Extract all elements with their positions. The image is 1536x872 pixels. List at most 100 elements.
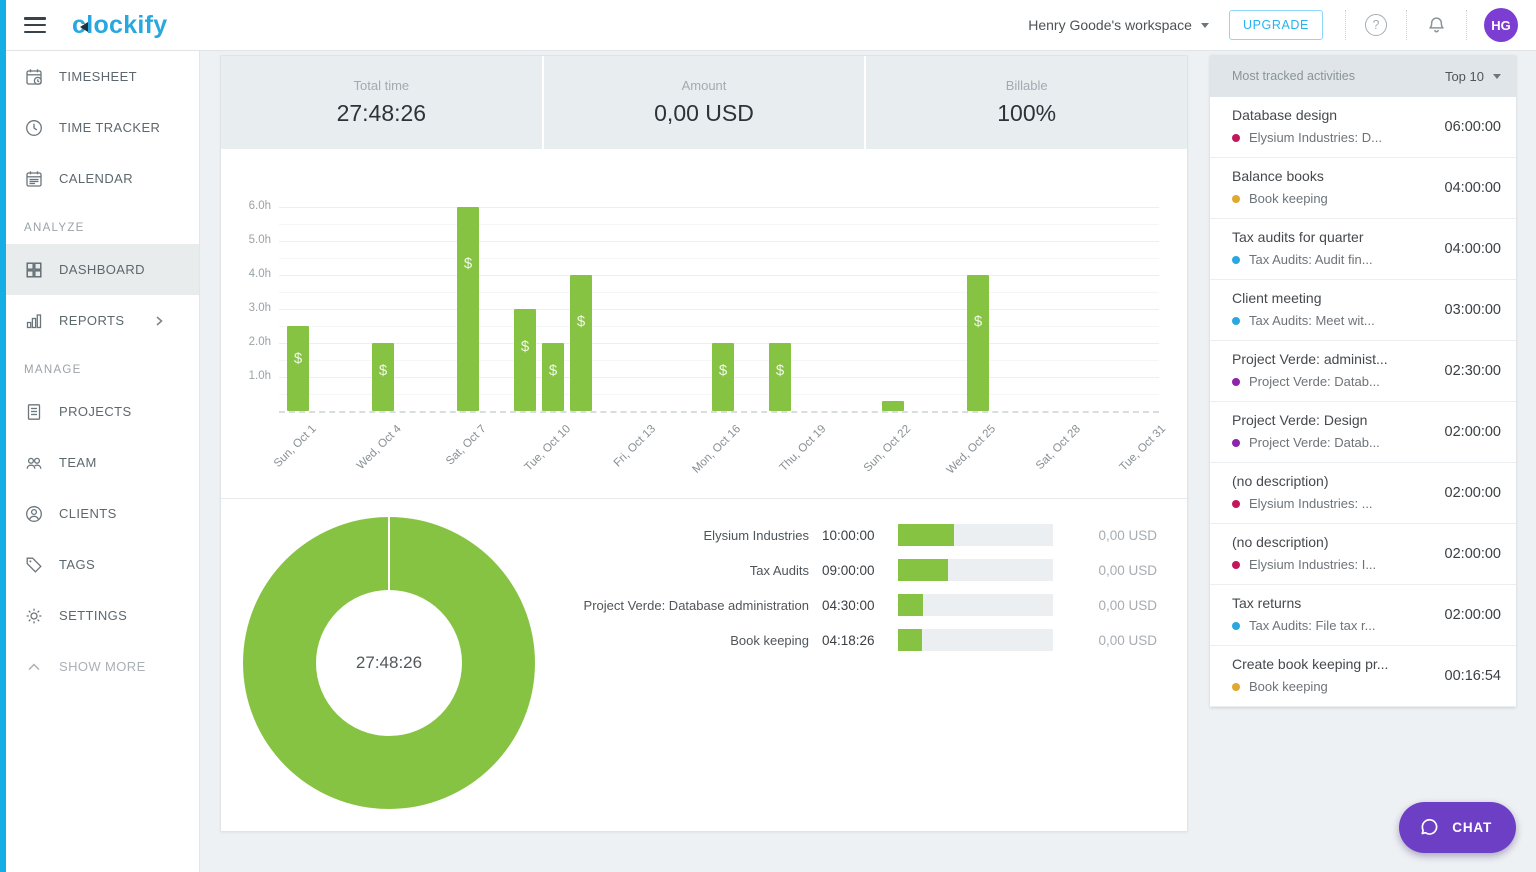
chart-bar[interactable]: $ — [372, 343, 394, 411]
activity-project: Elysium Industries: I... — [1232, 557, 1376, 572]
sidebar: TIMESHEET TIME TRACKER CALENDAR ANALYZE … — [0, 51, 200, 872]
summary-value: 0,00 USD — [654, 100, 754, 127]
chat-bubble-icon — [1418, 816, 1441, 839]
project-name: Book keeping — [1249, 191, 1328, 206]
activity-project: Tax Audits: Audit fin... — [1232, 252, 1373, 267]
chart-bar[interactable] — [882, 401, 904, 411]
bar-chart: 1.0h2.0h3.0h4.0h5.0h6.0h$$$$$$$$$Sun, Oc… — [221, 149, 1187, 498]
chevron-up-icon — [24, 657, 44, 677]
activity-title: Database design — [1232, 107, 1337, 123]
top-bar: clockify Henry Goode's workspace UPGRADE… — [0, 0, 1536, 51]
sidebar-item-label: TAGS — [59, 557, 95, 572]
sidebar-item-label: REPORTS — [59, 313, 124, 328]
legend-time: 09:00:00 — [822, 563, 886, 578]
summary-billable: Billable 100% — [866, 56, 1187, 149]
sidebar-item-label: TIMESHEET — [59, 69, 137, 84]
divider — [1406, 10, 1407, 40]
divider — [1345, 10, 1346, 40]
chevron-right-icon — [152, 314, 166, 328]
tracked-activity-item[interactable]: Project Verde: administ...Project Verde:… — [1210, 341, 1516, 402]
activity-time: 03:00:00 — [1445, 302, 1501, 318]
x-axis-label: Tue, Oct 10 — [523, 423, 574, 474]
user-avatar[interactable]: HG — [1484, 8, 1518, 42]
sidebar-item-settings[interactable]: SETTINGS — [0, 590, 199, 641]
legend-progress-fill — [898, 524, 954, 546]
sidebar-item-label: CLIENTS — [59, 506, 117, 521]
activity-project: Tax Audits: Meet wit... — [1232, 313, 1375, 328]
project-name: Tax Audits: Meet wit... — [1249, 313, 1375, 328]
chart-bar[interactable]: $ — [457, 207, 479, 411]
help-icon[interactable]: ? — [1365, 14, 1387, 36]
legend-row[interactable]: Tax Audits09:00:000,00 USD — [569, 556, 1157, 584]
legend-row[interactable]: Book keeping04:18:260,00 USD — [569, 626, 1157, 654]
upgrade-button[interactable]: UPGRADE — [1229, 10, 1323, 40]
chart-bar[interactable]: $ — [287, 326, 309, 411]
activity-time: 02:30:00 — [1445, 363, 1501, 379]
activity-title: (no description) — [1232, 534, 1329, 550]
project-color-dot — [1232, 134, 1240, 142]
billable-dollar-icon: $ — [457, 255, 479, 272]
legend-time: 04:18:26 — [822, 633, 886, 648]
tracked-activity-item[interactable]: Project Verde: DesignProject Verde: Data… — [1210, 402, 1516, 463]
sidebar-item-team[interactable]: TEAM — [0, 437, 199, 488]
chart-bar[interactable]: $ — [769, 343, 791, 411]
tracked-activity-item[interactable]: Create book keeping pr...Book keeping00:… — [1210, 646, 1516, 707]
legend-project-name: Project Verde: Database administration — [569, 598, 822, 613]
timesheet-icon — [24, 67, 44, 87]
sidebar-item-projects[interactable]: PROJECTS — [0, 386, 199, 437]
top-10-filter[interactable]: Top 10 — [1445, 69, 1501, 84]
tracked-activity-item[interactable]: Tax audits for quarterTax Audits: Audit … — [1210, 219, 1516, 280]
tracked-activity-item[interactable]: Database designElysium Industries: D...0… — [1210, 97, 1516, 158]
chart-bar[interactable]: $ — [712, 343, 734, 411]
x-axis-label: Sat, Oct 28 — [1034, 423, 1083, 472]
legend-progress-fill — [898, 559, 948, 581]
chart-bar[interactable]: $ — [514, 309, 536, 411]
team-people-icon — [24, 453, 44, 473]
sidebar-item-reports[interactable]: REPORTS — [0, 295, 199, 346]
activity-title: Project Verde: Design — [1232, 412, 1367, 428]
sidebar-item-tags[interactable]: TAGS — [0, 539, 199, 590]
clockify-logo[interactable]: clockify — [72, 11, 168, 40]
project-color-dot — [1232, 561, 1240, 569]
notifications-bell-icon[interactable] — [1426, 15, 1447, 36]
divider — [1466, 10, 1467, 40]
hamburger-menu-icon[interactable] — [24, 17, 46, 33]
y-axis-label: 3.0h — [227, 302, 271, 314]
tracked-activity-item[interactable]: Client meetingTax Audits: Meet wit...03:… — [1210, 280, 1516, 341]
sidebar-item-timesheet[interactable]: TIMESHEET — [0, 51, 199, 102]
project-color-dot — [1232, 439, 1240, 447]
chart-bar[interactable]: $ — [570, 275, 592, 411]
tracked-activity-item[interactable]: (no description) Elysium Industries: I...… — [1210, 524, 1516, 585]
sidebar-item-clients[interactable]: CLIENTS — [0, 488, 199, 539]
legend-row[interactable]: Project Verde: Database administration04… — [569, 591, 1157, 619]
chat-button[interactable]: CHAT — [1399, 802, 1516, 853]
chart-bar[interactable]: $ — [542, 343, 564, 411]
sidebar-item-label: DASHBOARD — [59, 262, 145, 277]
tracked-activity-item[interactable]: (no description)Elysium Industries: ...0… — [1210, 463, 1516, 524]
gridline-minor — [279, 224, 1159, 225]
calendar-icon — [24, 169, 44, 189]
activity-time: 02:00:00 — [1445, 546, 1501, 562]
chart-bar[interactable]: $ — [967, 275, 989, 411]
sidebar-item-dashboard[interactable]: DASHBOARD — [0, 244, 199, 295]
project-color-dot — [1232, 317, 1240, 325]
x-axis-label: Tue, Oct 31 — [1118, 423, 1169, 474]
gridline — [279, 207, 1159, 208]
sidebar-item-calendar[interactable]: CALENDAR — [0, 153, 199, 204]
sidebar-item-label: TIME TRACKER — [59, 120, 160, 135]
activity-project: Book keeping — [1232, 191, 1328, 206]
billable-dollar-icon: $ — [769, 362, 791, 379]
summary-value: 100% — [997, 100, 1056, 127]
legend-row[interactable]: Elysium Industries10:00:000,00 USD — [569, 521, 1157, 549]
tracked-activity-item[interactable]: Tax returnsTax Audits: File tax r...02:0… — [1210, 585, 1516, 646]
project-color-dot — [1232, 500, 1240, 508]
tracked-activity-item[interactable]: Balance booksBook keeping04:00:00 — [1210, 158, 1516, 219]
workspace-selector[interactable]: Henry Goode's workspace — [1028, 17, 1209, 33]
summary-amount: Amount 0,00 USD — [544, 56, 865, 149]
billable-dollar-icon: $ — [542, 362, 564, 379]
sidebar-item-time-tracker[interactable]: TIME TRACKER — [0, 102, 199, 153]
sidebar-show-more[interactable]: SHOW MORE — [0, 641, 199, 692]
activity-title: Project Verde: administ... — [1232, 351, 1388, 367]
donut-legend: Elysium Industries10:00:000,00 USD Tax Au… — [569, 521, 1157, 661]
chevron-down-icon — [1201, 23, 1209, 28]
